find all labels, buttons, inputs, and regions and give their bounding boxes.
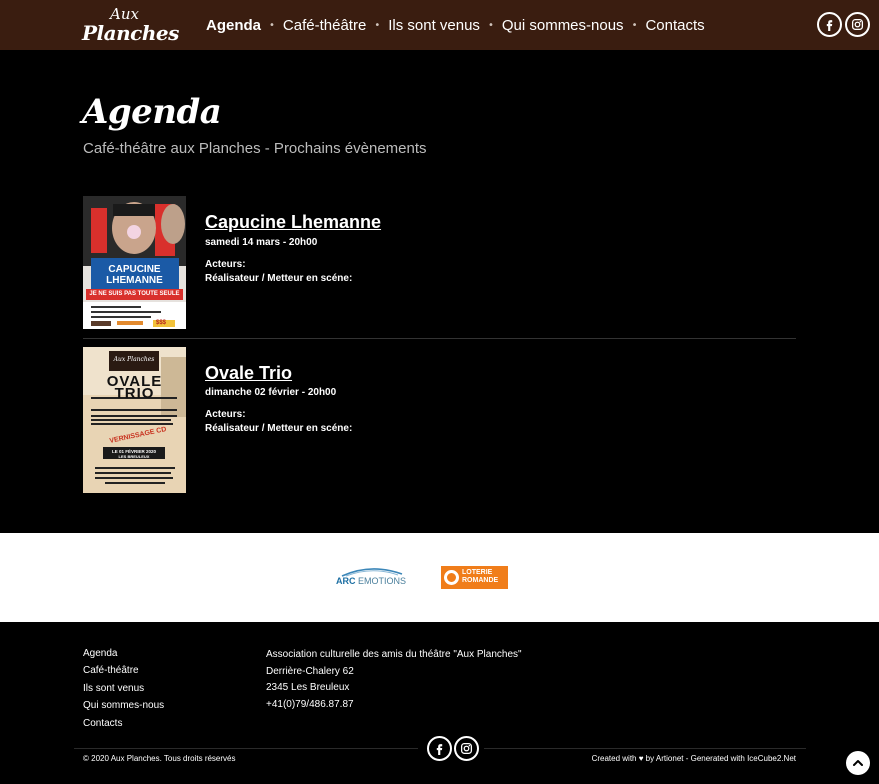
footer-link-cafe-theatre[interactable]: Café-théâtre <box>83 664 164 681</box>
arc-emotions-logo[interactable]: ARC EMOTIONS <box>336 565 406 589</box>
nav-cafe-theatre[interactable]: Café-théâtre <box>283 17 366 34</box>
instagram-icon[interactable] <box>454 736 479 761</box>
event-director-label: Réalisateur / Metteur en scéne: <box>205 273 353 284</box>
footer-nav: Agenda Café-théâtre Ils sont venus Qui s… <box>83 647 164 734</box>
credits-text[interactable]: Created with ♥ by Artionet - Generated w… <box>592 754 796 763</box>
footer-link-ils-sont-venus[interactable]: Ils sont venus <box>83 682 164 699</box>
loterie-romande-logo[interactable]: LOTERIE ROMANDE <box>441 566 508 589</box>
nav-ils-sont-venus[interactable]: Ils sont venus <box>388 17 480 34</box>
footer-link-qui-sommes-nous[interactable]: Qui sommes-nous <box>83 699 164 716</box>
event-poster-art <box>83 196 186 329</box>
address-org: Association culturelle des amis du théât… <box>266 649 522 660</box>
event-divider <box>83 338 796 339</box>
event-poster[interactable]: Aux Planches OVALE TRIO VERNISSAGE CD LE… <box>83 347 186 493</box>
nav-separator: • <box>631 19 638 31</box>
nav-separator: • <box>487 19 494 31</box>
site-header: Aux Planches Agenda • Café-théâtre • Ils… <box>0 0 879 50</box>
instagram-icon[interactable] <box>845 12 870 37</box>
event-card: Aux Planches OVALE TRIO VERNISSAGE CD LE… <box>83 347 796 493</box>
event-title[interactable]: Capucine Lhemanne <box>205 212 381 233</box>
facebook-icon[interactable] <box>427 736 452 761</box>
footer-link-agenda[interactable]: Agenda <box>83 647 164 664</box>
event-date: dimanche 02 février - 20h00 <box>205 387 337 398</box>
address-city: 2345 Les Breuleux <box>266 682 350 694</box>
event-actors-label: Acteurs: <box>205 259 246 270</box>
nav-qui-sommes-nous[interactable]: Qui sommes-nous <box>502 17 624 34</box>
main-nav: Agenda • Café-théâtre • Ils sont venus •… <box>206 15 705 35</box>
loterie-text: LOTERIE ROMANDE <box>462 569 499 584</box>
poster-price: $$$ <box>156 320 167 326</box>
nav-contacts[interactable]: Contacts <box>645 17 704 34</box>
address-street: Derrière-Chalery 62 <box>266 665 354 677</box>
nav-agenda[interactable]: Agenda <box>206 17 261 34</box>
footer-link-contacts[interactable]: Contacts <box>83 717 164 734</box>
loterie-ring-icon <box>444 570 459 585</box>
event-card: CAPUCINE LHEMANNE JE NE SUIS PAS TOUTE S… <box>83 196 796 330</box>
logo-line2: Planches <box>82 21 179 45</box>
poster-banner: JE NE SUIS PAS TOUTE SEULE <box>89 291 180 297</box>
site-logo[interactable]: Aux Planches <box>82 4 179 46</box>
arc-emotions-text: ARC EMOTIONS <box>336 576 407 586</box>
copyright-text: © 2020 Aux Planches. Tous droits réservé… <box>83 754 236 763</box>
event-director-label: Réalisateur / Metteur en scéne: <box>205 423 353 434</box>
event-title[interactable]: Ovale Trio <box>205 363 292 384</box>
nav-separator: • <box>374 19 381 31</box>
event-actors-label: Acteurs: <box>205 409 246 420</box>
event-poster-art <box>83 347 186 493</box>
facebook-icon[interactable] <box>817 12 842 37</box>
poster-line1: CAPUCINE <box>108 264 161 275</box>
footer-divider <box>74 748 418 749</box>
scroll-to-top-button[interactable] <box>846 751 870 775</box>
sponsors-band <box>0 533 879 622</box>
nav-separator: • <box>269 19 275 31</box>
chevron-up-icon <box>853 760 863 766</box>
poster-place: LES BREULEUX <box>118 454 150 459</box>
event-poster[interactable]: CAPUCINE LHEMANNE JE NE SUIS PAS TOUTE S… <box>83 196 186 329</box>
page-subtitle: Café-théâtre aux Planches - Prochains év… <box>83 140 427 157</box>
poster-brand: Aux Planches <box>113 356 155 363</box>
event-date: samedi 14 mars - 20h00 <box>205 237 318 248</box>
footer-address: Association culturelle des amis du théât… <box>266 648 522 714</box>
poster-line2: TRIO <box>114 385 155 402</box>
poster-line2: LHEMANNE <box>106 275 163 286</box>
page-title: Agenda <box>82 92 222 132</box>
footer-divider <box>484 748 806 749</box>
address-phone[interactable]: +41(0)79/486.87.87 <box>266 698 522 715</box>
